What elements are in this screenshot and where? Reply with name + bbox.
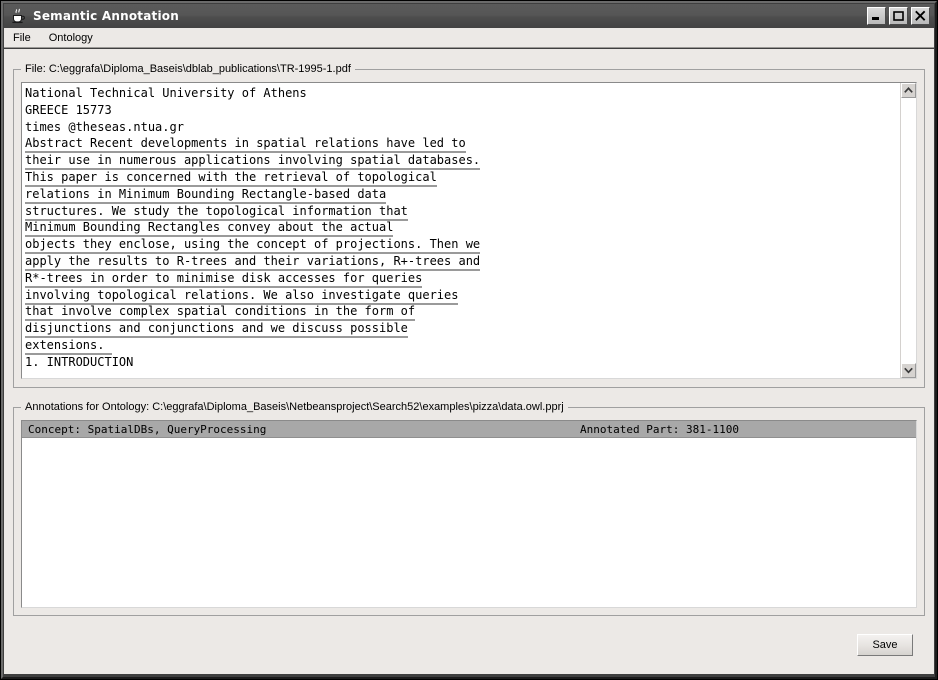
maximize-icon (893, 11, 904, 21)
application-window: Semantic Annotation File Ontology File: … (0, 0, 938, 680)
save-button[interactable]: Save (857, 634, 913, 656)
menu-bar: File Ontology (4, 28, 934, 48)
document-text-content: National Technical University of Athens G… (25, 85, 898, 371)
menu-ontology[interactable]: Ontology (40, 30, 102, 46)
window-controls (867, 7, 930, 25)
document-line-text: Abstract Recent developments in spatial … (25, 136, 466, 154)
annotations-panel-title: Annotations for Ontology: C:\eggrafa\Dip… (21, 401, 568, 413)
java-coffee-cup-icon (12, 8, 25, 24)
document-line-text: extensions. (25, 337, 112, 355)
document-line-text: relations in Minimum Bounding Rectangle-… (25, 186, 387, 204)
document-line[interactable]: 1. INTRODUCTION (25, 354, 898, 371)
document-line-annotated[interactable]: objects they enclose, using the concept … (25, 236, 898, 255)
document-vertical-scrollbar[interactable] (900, 83, 916, 378)
minimize-button[interactable] (867, 7, 886, 25)
document-line-text: GREECE 15773 (25, 102, 112, 117)
scrollbar-track[interactable] (901, 99, 916, 362)
document-line-text: their use in numerous applications invol… (25, 153, 481, 171)
document-text-area[interactable]: National Technical University of Athens G… (21, 82, 917, 379)
document-line-annotated[interactable]: Abstract Recent developments in spatial … (25, 135, 898, 154)
document-line-annotated[interactable]: structures. We study the topological inf… (25, 203, 898, 221)
title-bar[interactable]: Semantic Annotation (4, 4, 934, 28)
document-line-text: This paper is concerned with the retriev… (25, 169, 437, 187)
annotations-table-body[interactable] (22, 439, 916, 607)
document-line-annotated[interactable]: involving topological relations. We also… (25, 287, 898, 305)
document-line-annotated[interactable]: extensions. (25, 337, 898, 355)
content-area: File: C:\eggrafa\Diploma_Baseis\dblab_pu… (4, 49, 934, 674)
file-panel-title: File: C:\eggrafa\Diploma_Baseis\dblab_pu… (21, 63, 355, 75)
document-line-text: times @theseas.ntua.gr (25, 119, 184, 134)
scroll-up-button[interactable] (901, 83, 916, 98)
document-line-annotated[interactable]: that involve complex spatial conditions … (25, 303, 898, 322)
document-line-annotated[interactable]: Minimum Bounding Rectangles convey about… (25, 219, 898, 238)
chevron-down-icon (904, 367, 913, 374)
document-line-annotated[interactable]: disjunctions and conjunctions and we dis… (25, 320, 898, 339)
document-line-text: Minimum Bounding Rectangles convey about… (25, 220, 394, 238)
document-line[interactable]: GREECE 15773 (25, 102, 898, 119)
document-line-annotated[interactable]: R*-trees in order to minimise disk acces… (25, 270, 898, 288)
document-line-text: R*-trees in order to minimise disk acces… (25, 270, 423, 288)
document-line[interactable]: times @theseas.ntua.gr (25, 119, 898, 136)
minimize-icon (872, 17, 879, 20)
maximize-button[interactable] (889, 7, 908, 25)
document-line-annotated[interactable]: relations in Minimum Bounding Rectangle-… (25, 186, 898, 204)
document-line-text: apply the results to R-trees and their v… (25, 253, 481, 271)
document-line-text: 1. INTRODUCTION (25, 354, 134, 369)
chevron-up-icon (904, 87, 913, 93)
scroll-down-button[interactable] (901, 363, 916, 378)
document-line-annotated[interactable]: This paper is concerned with the retriev… (25, 169, 898, 187)
annotations-panel: Annotations for Ontology: C:\eggrafa\Dip… (13, 401, 925, 616)
column-header-concept[interactable]: Concept: SpatialDBs, QueryProcessing (22, 423, 266, 436)
close-icon (915, 10, 926, 21)
document-line-text: involving topological relations. We also… (25, 287, 459, 305)
document-line-text: National Technical University of Athens (25, 86, 307, 100)
file-panel: File: C:\eggrafa\Diploma_Baseis\dblab_pu… (13, 63, 925, 388)
document-line-annotated[interactable]: their use in numerous applications invol… (25, 152, 898, 171)
close-button[interactable] (911, 7, 930, 25)
annotations-table-header: Concept: SpatialDBs, QueryProcessing Ann… (22, 421, 916, 438)
window-title: Semantic Annotation (33, 9, 179, 23)
document-line-text: structures. We study the topological inf… (25, 203, 408, 221)
document-line-text: disjunctions and conjunctions and we dis… (25, 321, 408, 339)
document-line-text: objects they enclose, using the concept … (25, 237, 481, 255)
document-line-text: that involve complex spatial conditions … (25, 304, 416, 322)
annotations-table[interactable]: Concept: SpatialDBs, QueryProcessing Ann… (21, 420, 917, 608)
document-line-annotated[interactable]: apply the results to R-trees and their v… (25, 253, 898, 271)
menu-file[interactable]: File (4, 30, 40, 46)
document-line[interactable]: National Technical University of Athens (25, 85, 898, 102)
column-header-annotated-part[interactable]: Annotated Part: 381-1100 (580, 423, 739, 436)
